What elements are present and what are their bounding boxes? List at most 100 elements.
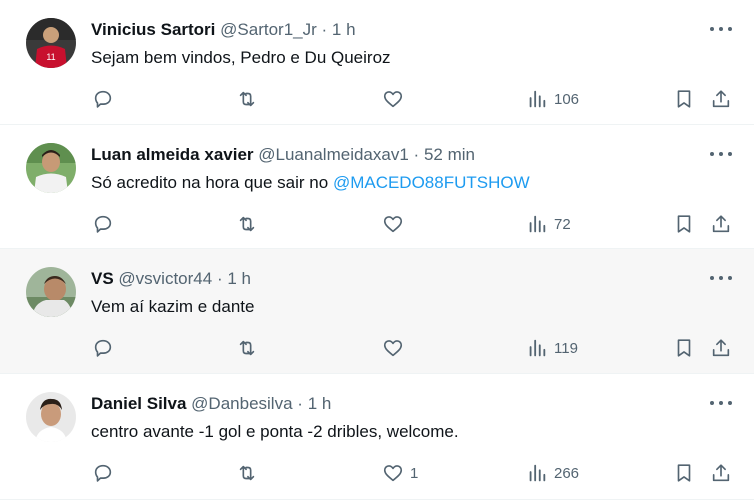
author-name[interactable]: VS — [91, 269, 114, 288]
tweet-feed: 11 Vinicius Sartori @Sartor1_Jr · 1 h Se… — [0, 0, 754, 500]
views-button[interactable]: 72 — [526, 211, 571, 237]
author-handle[interactable]: @Sartor1_Jr — [220, 20, 317, 39]
share-icon — [712, 215, 730, 233]
author-name[interactable]: Luan almeida xavier — [91, 145, 254, 164]
tweet-header: VS @vsvictor44 · 1 h — [91, 268, 251, 290]
tweet-actions: 1 266 — [0, 460, 754, 486]
tweet-item[interactable]: Luan almeida xavier @Luanalmeidaxav1 · 5… — [0, 125, 754, 249]
tweet-item[interactable]: Daniel Silva @Danbesilva · 1 h centro av… — [0, 374, 754, 500]
tweet-actions: 106 — [0, 86, 754, 112]
more-dots-icon[interactable] — [710, 147, 732, 161]
like-count: 1 — [410, 464, 419, 482]
avatar[interactable] — [26, 143, 76, 193]
bookmark-icon — [677, 90, 691, 108]
retweet-icon — [239, 465, 255, 481]
share-button[interactable] — [710, 86, 732, 112]
share-icon — [712, 90, 730, 108]
retweet-icon — [239, 340, 255, 356]
more-dots-icon[interactable] — [710, 22, 732, 36]
bookmark-button[interactable] — [673, 335, 695, 361]
bookmark-icon — [677, 339, 691, 357]
views-bar-chart-icon — [529, 339, 546, 357]
tweet-item[interactable]: 11 Vinicius Sartori @Sartor1_Jr · 1 h Se… — [0, 0, 754, 125]
like-button[interactable] — [382, 211, 410, 237]
tweet-header: Vinicius Sartori @Sartor1_Jr · 1 h — [91, 19, 356, 41]
heart-icon — [383, 340, 403, 357]
retweet-icon — [239, 91, 255, 107]
reply-button[interactable] — [92, 211, 114, 237]
tweet-actions: 72 — [0, 211, 754, 237]
author-handle[interactable]: @Luanalmeidaxav1 — [258, 145, 409, 164]
reply-icon — [94, 215, 112, 233]
share-button[interactable] — [710, 460, 732, 486]
tweet-body: Vem aí kazim e dante — [91, 297, 255, 316]
view-count: 266 — [554, 464, 580, 482]
tweet-header: Luan almeida xavier @Luanalmeidaxav1 · 5… — [91, 144, 475, 166]
views-button[interactable]: 266 — [526, 460, 579, 486]
separator: · — [321, 20, 328, 39]
views-bar-chart-icon — [529, 464, 546, 482]
views-bar-chart-icon — [529, 90, 546, 108]
like-button[interactable]: 1 — [382, 460, 418, 486]
reply-button[interactable] — [92, 86, 114, 112]
mention-link[interactable]: @MACEDO88FUTSHOW — [333, 173, 530, 192]
view-count: 106 — [554, 90, 580, 108]
avatar[interactable]: 11 — [26, 18, 76, 68]
bookmark-icon — [677, 215, 691, 233]
heart-icon — [383, 216, 403, 233]
tweet-text: Vem aí kazim e dante — [91, 296, 254, 318]
reply-icon — [94, 464, 112, 482]
separator: · — [413, 145, 420, 164]
bookmark-button[interactable] — [673, 86, 695, 112]
like-button[interactable] — [382, 335, 410, 361]
tweet-text: centro avante -1 gol e ponta -2 dribles,… — [91, 421, 459, 443]
tweet-text: Sejam bem vindos, Pedro e Du Queiroz — [91, 47, 391, 69]
separator: · — [297, 394, 303, 413]
timestamp[interactable]: 1 h — [332, 20, 356, 39]
author-name[interactable]: Vinicius Sartori — [91, 20, 215, 39]
bookmark-icon — [677, 464, 691, 482]
more-dots-icon[interactable] — [710, 396, 732, 410]
retweet-button[interactable] — [236, 86, 258, 112]
timestamp[interactable]: 1 h — [308, 394, 332, 413]
retweet-button[interactable] — [236, 460, 258, 486]
bookmark-button[interactable] — [673, 211, 695, 237]
like-button[interactable] — [382, 86, 410, 112]
timestamp[interactable]: 1 h — [227, 269, 251, 288]
tweet-text: Só acredito na hora que sair no @MACEDO8… — [91, 172, 530, 194]
reply-icon — [94, 90, 112, 108]
view-count: 119 — [554, 339, 578, 357]
author-name[interactable]: Daniel Silva — [91, 394, 186, 413]
retweet-icon — [239, 216, 255, 232]
tweet-header: Daniel Silva @Danbesilva · 1 h — [91, 393, 331, 415]
reply-button[interactable] — [92, 335, 114, 361]
reply-button[interactable] — [92, 460, 114, 486]
share-icon — [712, 339, 730, 357]
tweet-item[interactable]: VS @vsvictor44 · 1 h Vem aí kazim e dant… — [0, 249, 754, 374]
views-bar-chart-icon — [529, 215, 546, 233]
author-handle[interactable]: @Danbesilva — [191, 394, 292, 413]
timestamp[interactable]: 52 min — [424, 145, 475, 164]
separator: · — [216, 269, 223, 288]
share-button[interactable] — [710, 211, 732, 237]
views-button[interactable]: 119 — [526, 335, 578, 361]
tweet-actions: 119 — [0, 335, 754, 361]
tweet-body: Sejam bem vindos, Pedro e Du Queiroz — [91, 48, 391, 67]
avatar[interactable] — [26, 392, 76, 442]
bookmark-button[interactable] — [673, 460, 695, 486]
retweet-button[interactable] — [236, 211, 258, 237]
tweet-body: Só acredito na hora que sair no — [91, 173, 333, 192]
view-count: 72 — [554, 215, 571, 233]
author-handle[interactable]: @vsvictor44 — [118, 269, 212, 288]
more-dots-icon[interactable] — [710, 271, 732, 285]
reply-icon — [94, 339, 112, 357]
tweet-body: centro avante -1 gol e ponta -2 dribles,… — [91, 422, 459, 441]
share-icon — [712, 464, 730, 482]
share-button[interactable] — [710, 335, 732, 361]
svg-text:11: 11 — [46, 52, 55, 62]
views-button[interactable]: 106 — [526, 86, 579, 112]
heart-icon — [383, 465, 403, 482]
heart-icon — [383, 91, 403, 108]
avatar[interactable] — [26, 267, 76, 317]
retweet-button[interactable] — [236, 335, 258, 361]
